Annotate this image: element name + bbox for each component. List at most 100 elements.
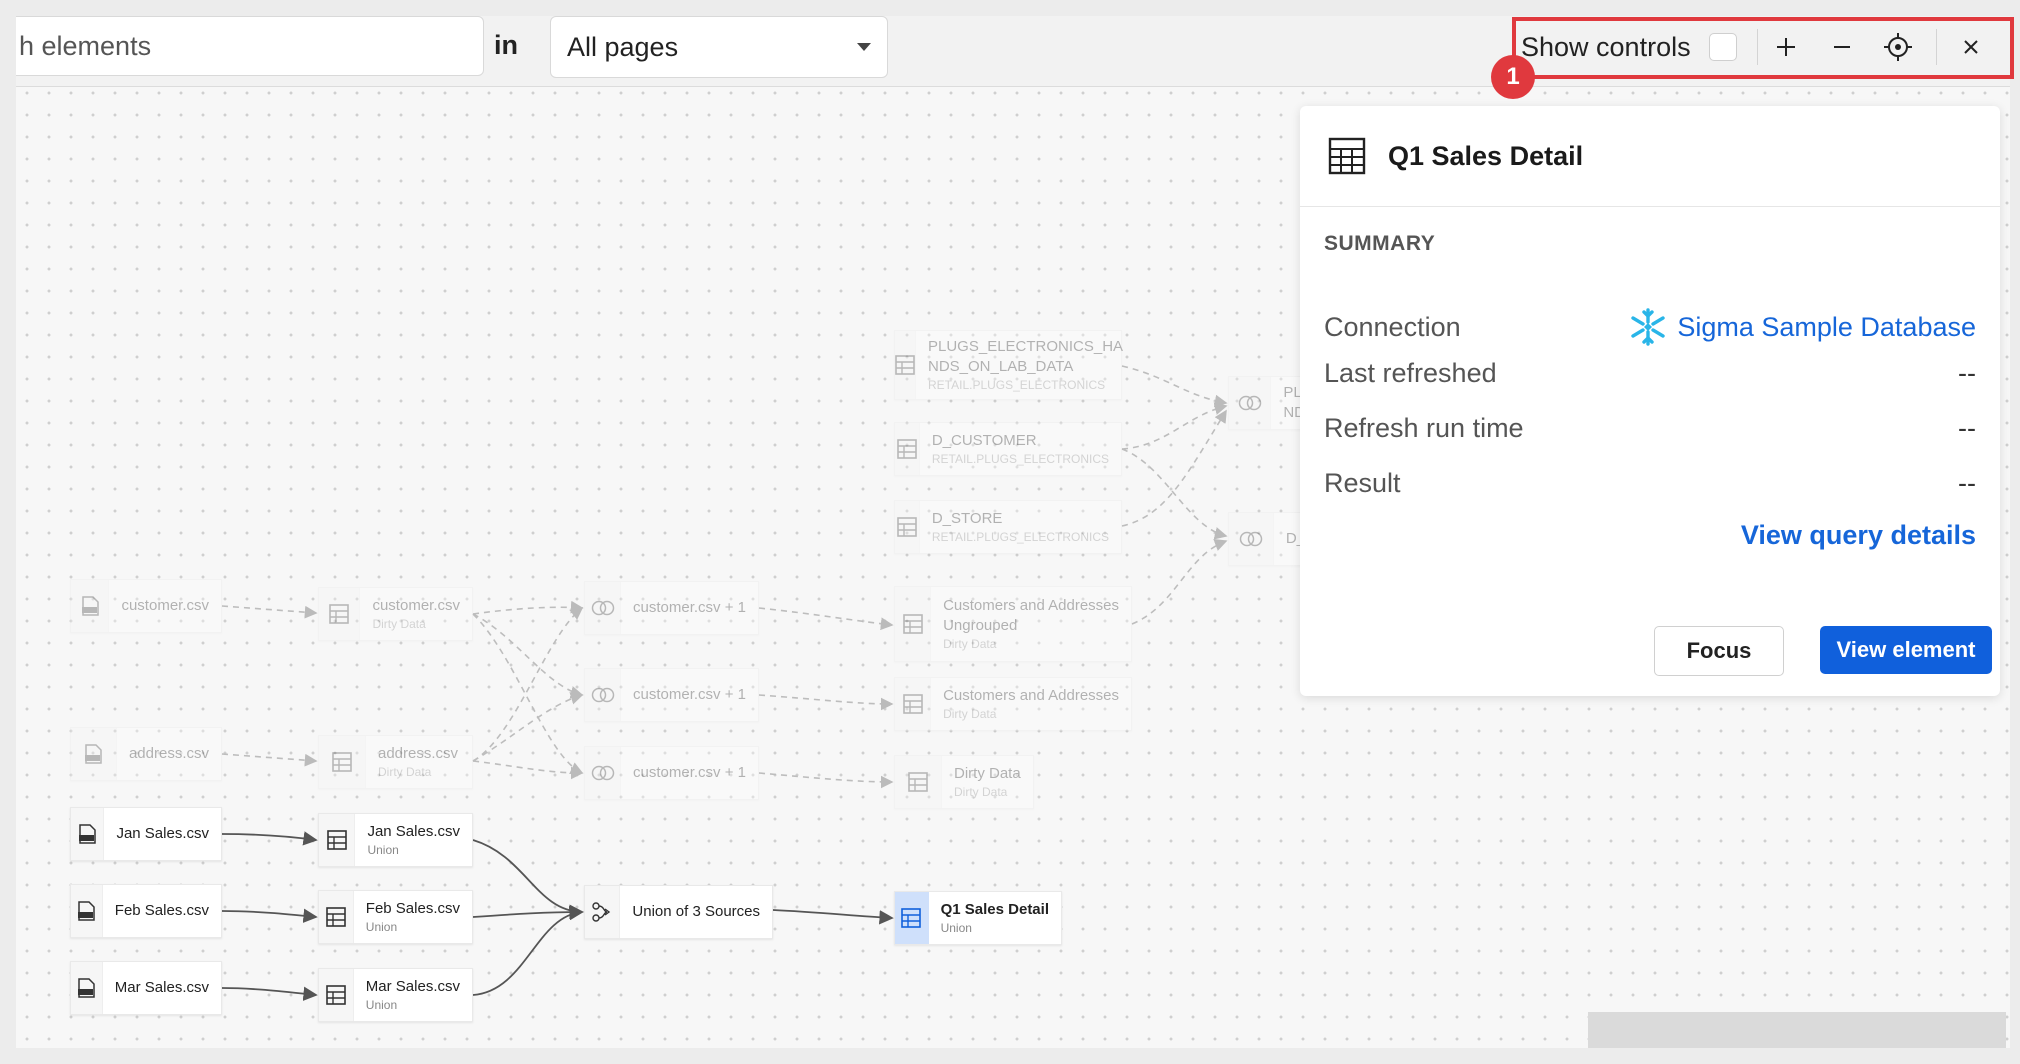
- table-icon: [319, 969, 354, 1021]
- table-icon: [895, 892, 929, 944]
- node-dirty-data[interactable]: Dirty Data Dirty Data: [894, 755, 1034, 809]
- node-title: address.csv: [128, 745, 209, 762]
- page-select-value: All pages: [567, 31, 679, 62]
- node-union-3-sources[interactable]: Union of 3 Sources: [584, 885, 773, 939]
- panel-header: Q1 Sales Detail: [1300, 106, 2000, 207]
- node-title: Mar Sales.csv: [365, 978, 460, 995]
- join-icon: [585, 669, 622, 721]
- csv-file-icon: [71, 728, 117, 780]
- connection-label: Connection: [1324, 311, 1461, 342]
- table-icon: [895, 678, 932, 730]
- search-box[interactable]: [16, 16, 484, 76]
- node-d-store[interactable]: D_STORE RETAIL.PLUGS_ELECTRONICS: [894, 500, 1122, 554]
- node-title: Customers and Addresses: [943, 597, 1119, 614]
- union-icon: [585, 886, 621, 938]
- node-mar-csv[interactable]: Mar Sales.csv: [70, 961, 222, 1015]
- node-join-customer-3[interactable]: customer.csv + 1: [584, 746, 759, 800]
- last-refreshed-row: Last refreshed --: [1324, 358, 1976, 389]
- node-title: Mar Sales.csv: [114, 979, 209, 996]
- table-icon: [1328, 137, 1366, 175]
- node-title: Q1 Sales Detail: [940, 901, 1049, 918]
- node-subtitle: RETAIL.PLUGS_ELECTRONICS: [931, 452, 1109, 466]
- table-icon: [319, 891, 354, 943]
- table-icon: [319, 814, 356, 866]
- node-mar-union[interactable]: Mar Sales.csv Union: [318, 968, 473, 1022]
- node-join-customer-1[interactable]: customer.csv + 1: [584, 581, 759, 635]
- zoom-out-button[interactable]: [1814, 19, 1870, 75]
- node-title: Jan Sales.csv: [116, 825, 209, 842]
- node-subtitle: Dirty Data: [954, 785, 1008, 799]
- zoom-in-button[interactable]: [1758, 19, 1814, 75]
- node-subtitle: Dirty Data: [378, 765, 432, 779]
- node-customers-addresses[interactable]: Customers and Addresses Dirty Data: [894, 677, 1132, 731]
- table-icon: [895, 331, 916, 399]
- node-customer-dirty[interactable]: customer.csv Dirty Data: [318, 587, 473, 641]
- chevron-down-icon: [857, 43, 871, 51]
- node-subtitle: Union: [367, 843, 399, 857]
- node-title: Jan Sales.csv: [367, 823, 460, 840]
- horizontal-scrollbar[interactable]: [1588, 1012, 2006, 1048]
- close-button[interactable]: [1943, 19, 1999, 75]
- panel-title: Q1 Sales Detail: [1388, 140, 1584, 171]
- page-select-dropdown[interactable]: All pages: [550, 16, 888, 78]
- focus-button[interactable]: Focus: [1654, 626, 1784, 676]
- table-icon: [895, 423, 920, 475]
- node-subtitle: Union: [365, 920, 398, 934]
- join-icon: [1229, 377, 1272, 429]
- view-element-button[interactable]: View element: [1820, 626, 1992, 674]
- csv-file-icon: [71, 580, 110, 632]
- node-customer-csv[interactable]: customer.csv: [70, 579, 222, 633]
- csv-file-icon: [71, 808, 105, 860]
- result-row: Result --: [1324, 468, 1976, 499]
- result-label: Result: [1324, 468, 1401, 498]
- node-title: customer.csv + 1: [633, 686, 746, 703]
- join-icon: [585, 582, 622, 634]
- last-refreshed-label: Last refreshed: [1324, 358, 1497, 388]
- node-subtitle: RETAIL.PLUGS_ELECTRONICS: [928, 378, 1106, 392]
- node-address-csv[interactable]: address.csv: [70, 727, 222, 781]
- node-subtitle: Dirty Data: [943, 707, 997, 721]
- crosshair-icon: [1883, 33, 1912, 61]
- node-address-dirty[interactable]: address.csv Dirty Data: [318, 735, 473, 789]
- join-icon: [1229, 513, 1274, 565]
- node-title: PLUGS_ELECTRONICS_HA: [928, 338, 1124, 355]
- table-icon: [895, 501, 920, 553]
- node-feb-csv[interactable]: Feb Sales.csv: [70, 884, 222, 938]
- in-label: in: [494, 30, 518, 60]
- node-d-customer[interactable]: D_CUSTOMER RETAIL.PLUGS_ELECTRONICS: [894, 422, 1122, 476]
- node-subtitle: Dirty Data: [943, 637, 997, 651]
- result-value: --: [1958, 468, 1976, 498]
- minus-icon: [1833, 46, 1850, 48]
- node-title: Dirty Data: [954, 765, 1021, 782]
- search-input[interactable]: [17, 29, 461, 63]
- canvas-controls: Show controls: [1513, 16, 2010, 78]
- node-feb-union[interactable]: Feb Sales.csv Union: [318, 890, 473, 944]
- connection-link[interactable]: Sigma Sample Database: [1627, 306, 1976, 348]
- node-jan-union[interactable]: Jan Sales.csv Union: [318, 813, 473, 867]
- node-title: Union of 3 Sources: [632, 903, 760, 920]
- node-title: Feb Sales.csv: [365, 900, 460, 917]
- node-title-2: Ungrouped: [943, 617, 1018, 634]
- node-plugs[interactable]: PLUGS_ELECTRONICS_HA NDS_ON_LAB_DATA RETAI…: [894, 330, 1124, 400]
- view-query-details-link[interactable]: View query details: [1741, 520, 1976, 551]
- node-subtitle: Dirty Data: [372, 617, 426, 631]
- lineage-canvas[interactable]: PLUGS_ELECTRONICS_HA NDS_ON_LAB_DATA RETAI…: [16, 16, 2010, 1048]
- refresh-run-time-row: Refresh run time --: [1324, 413, 1976, 444]
- node-title: Feb Sales.csv: [114, 902, 209, 919]
- node-title: customer.csv: [121, 597, 209, 614]
- refresh-run-time-value: --: [1958, 413, 1976, 443]
- node-q1-sales-detail[interactable]: Q1 Sales Detail Union: [894, 891, 1062, 945]
- node-join-customer-2[interactable]: customer.csv + 1: [584, 668, 759, 722]
- node-title: D_STORE: [931, 510, 1003, 527]
- node-customers-addresses-ungrouped[interactable]: Customers and Addresses Ungrouped Dirty Da…: [894, 586, 1132, 662]
- table-icon: [319, 588, 361, 640]
- node-title: customer.csv + 1: [633, 599, 746, 616]
- node-title: address.csv: [378, 745, 459, 762]
- summary-heading: SUMMARY: [1324, 232, 1436, 255]
- node-title: D_CUSTOMER: [931, 432, 1037, 449]
- show-controls-label: Show controls: [1521, 31, 1691, 62]
- node-jan-csv[interactable]: Jan Sales.csv: [70, 807, 222, 861]
- csv-file-icon: [71, 962, 103, 1014]
- recenter-button[interactable]: [1870, 19, 1926, 75]
- show-controls-checkbox[interactable]: [1708, 33, 1737, 61]
